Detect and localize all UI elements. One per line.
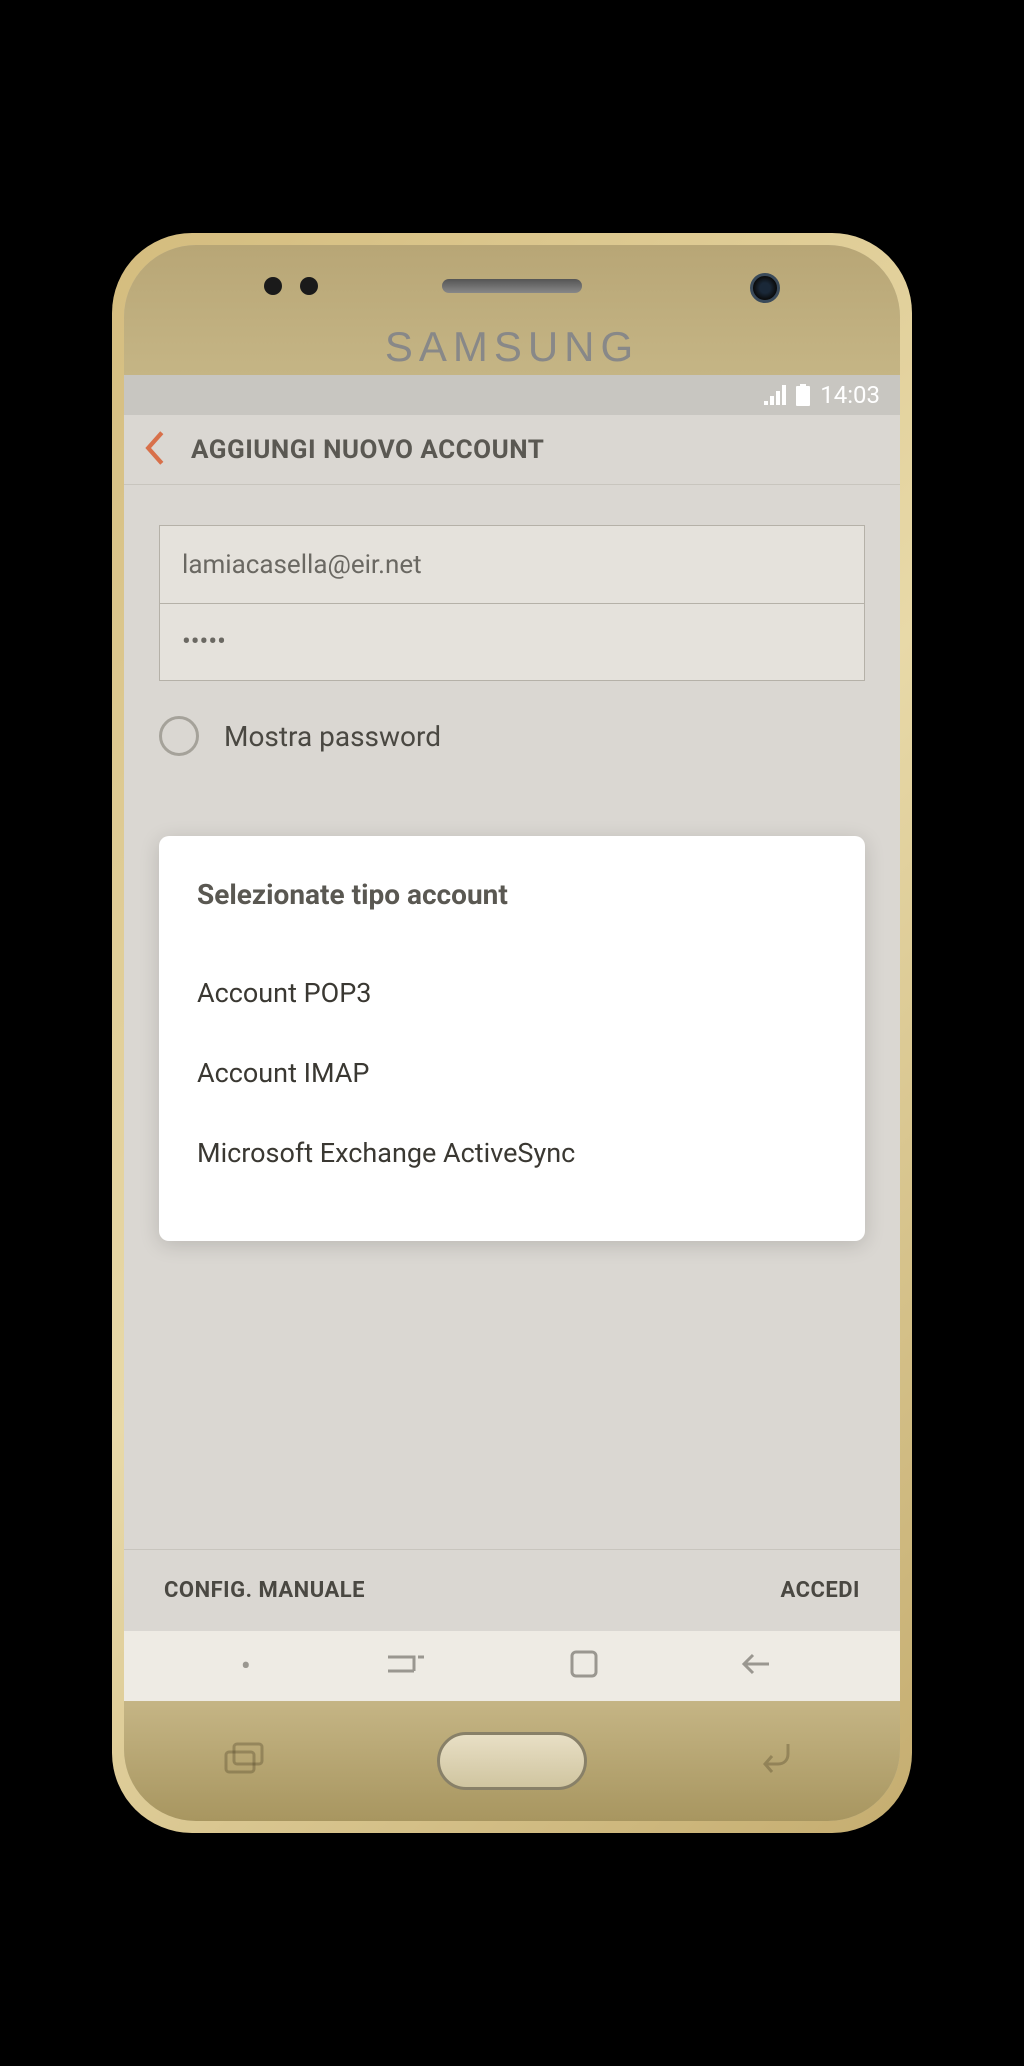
home-button[interactable] — [437, 1732, 587, 1790]
signal-icon — [764, 385, 786, 405]
show-password-row[interactable]: Mostra password — [159, 716, 865, 756]
dialog-title: Selezionate tipo account — [197, 878, 827, 911]
phone-device-frame: SAMSUNG 14:03 AGGIUNGI NUOVO ACCOUNT — [112, 233, 912, 1833]
show-password-label: Mostra password — [224, 720, 441, 753]
back-nav-icon[interactable] — [739, 1646, 783, 1686]
home-icon[interactable] — [562, 1646, 606, 1686]
navigation-bar: • — [124, 1631, 900, 1701]
earpiece-speaker — [442, 279, 582, 293]
sensor-dot — [300, 277, 318, 295]
bottom-action-bar: CONFIG. MANUALE ACCEDI — [124, 1549, 900, 1631]
back-soft-key[interactable] — [754, 1742, 800, 1780]
email-value: lamiacasella@eir.net — [182, 550, 422, 580]
app-bar: AGGIUNGI NUOVO ACCOUNT — [124, 415, 900, 485]
status-time: 14:03 — [820, 381, 880, 409]
manual-config-button[interactable]: CONFIG. MANUALE — [164, 1578, 365, 1603]
option-imap[interactable]: Account IMAP — [197, 1033, 827, 1113]
content-area: lamiacasella@eir.net ••••• Mostra passwo… — [124, 485, 900, 1549]
password-value: ••••• — [182, 627, 226, 657]
recents-icon[interactable] — [384, 1646, 428, 1686]
checkbox-circle-icon[interactable] — [159, 716, 199, 756]
phone-inner: SAMSUNG 14:03 AGGIUNGI NUOVO ACCOUNT — [124, 245, 900, 1821]
option-activesync[interactable]: Microsoft Exchange ActiveSync — [197, 1113, 827, 1193]
login-button[interactable]: ACCEDI — [781, 1578, 861, 1603]
battery-icon — [796, 384, 810, 406]
page-title: AGGIUNGI NUOVO ACCOUNT — [191, 435, 544, 465]
recents-soft-key[interactable] — [224, 1742, 270, 1780]
sensor-dot — [264, 277, 282, 295]
status-bar: 14:03 — [124, 375, 900, 415]
password-field[interactable]: ••••• — [159, 603, 865, 681]
samsung-logo: SAMSUNG — [385, 323, 639, 371]
front-camera — [750, 273, 780, 303]
option-pop3[interactable]: Account POP3 — [197, 953, 827, 1033]
menu-dot-icon[interactable]: • — [241, 1649, 251, 1684]
email-field[interactable]: lamiacasella@eir.net — [159, 525, 865, 603]
phone-top-bezel: SAMSUNG — [124, 245, 900, 375]
back-icon[interactable] — [144, 431, 166, 469]
screen: 14:03 AGGIUNGI NUOVO ACCOUNT lamiacasell… — [124, 375, 900, 1701]
account-type-dialog: Selezionate tipo account Account POP3 Ac… — [159, 836, 865, 1241]
phone-bottom-bezel — [124, 1701, 900, 1821]
